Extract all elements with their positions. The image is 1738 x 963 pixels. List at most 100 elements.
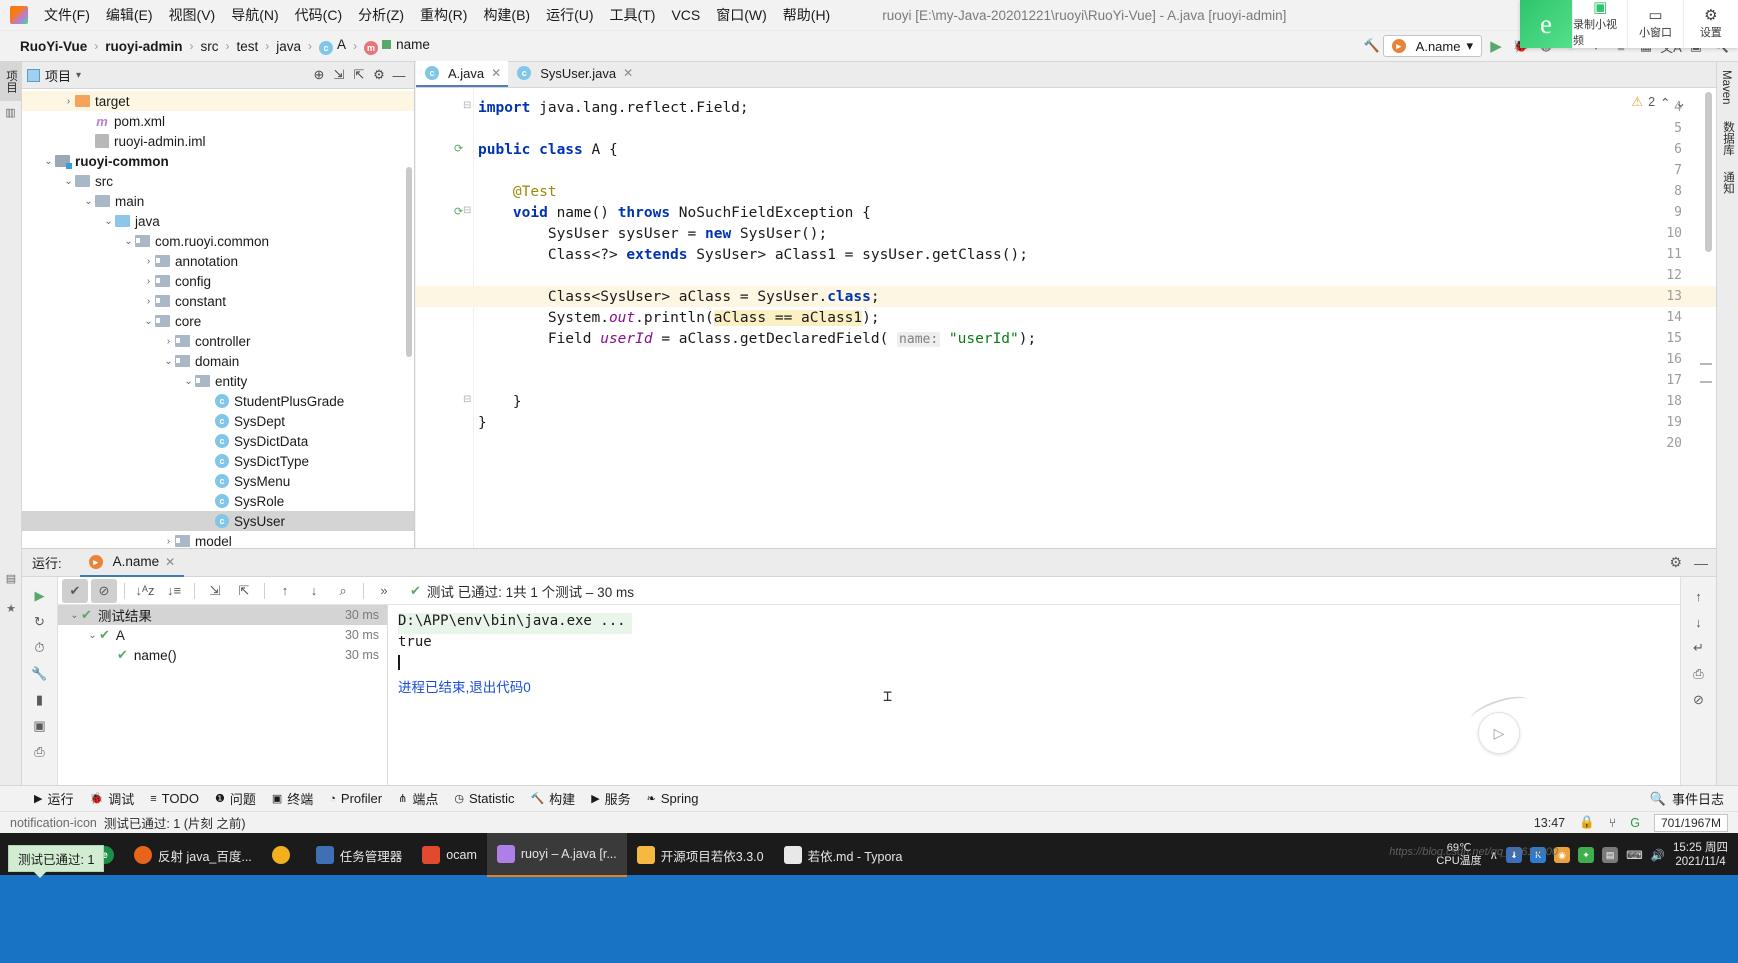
project-tree[interactable]: › target m pom.xml ruoyi-admin.iml ⌄ ruoyi-com… [22,89,414,547]
breadcrumb-project[interactable]: RuoYi-Vue [20,39,87,54]
taskbar-app-typora[interactable]: 若依.md - Typora [774,833,913,877]
project-tree-item[interactable]: ⌄ main [22,191,414,211]
editor-gutter[interactable] [416,88,474,548]
run-icon[interactable]: ▶ [1485,35,1507,57]
chevron-down-icon[interactable]: ⌄ [102,216,115,227]
breadcrumb-module[interactable]: ruoyi-admin [105,39,182,54]
taskbar-app-ocam[interactable]: ocam [412,833,487,877]
code-editor[interactable]: 4 ⊟ import java.lang.reflect.Field; 5 6 ⟳ publ… [416,88,1716,548]
test-tree-item[interactable]: ✔ name() 30 ms [58,645,387,665]
inspection-widget[interactable]: ⚠ 2 ⌃ ⌄ [1631,94,1686,110]
memory-indicator[interactable]: 701/1967M [1653,813,1728,832]
project-tree-item[interactable]: ⌄ java [22,211,414,231]
project-tree-item[interactable]: ⌄ entity [22,371,414,391]
show-ignored-icon[interactable]: ⊘ [91,578,117,603]
network-icon[interactable]: ⌨ [1626,848,1643,862]
hide-panel-icon[interactable]: — [389,65,409,85]
wps-icon[interactable]: ✦ [1578,847,1595,863]
code-fold-icon[interactable]: ⊟ [463,100,471,111]
project-scrollbar[interactable] [406,167,412,357]
test-history-icon[interactable]: ⌕ [330,579,356,603]
menu-help[interactable]: 帮助(H) [775,1,838,29]
menu-edit[interactable]: 编辑(E) [98,1,161,29]
project-tree-item[interactable]: c SysRole [22,491,414,511]
editor-tab-sysuser-java[interactable]: c SysUser.java ✕ [508,61,640,87]
event-log-button[interactable]: 🔍 事件日志 [1650,789,1738,808]
prev-problem-icon[interactable]: ⌃ [1660,95,1670,110]
commit-icon[interactable]: ▥ [0,101,21,124]
chevron-right-icon[interactable]: › [142,296,155,307]
code-fold-icon[interactable]: ⊟ [463,394,471,405]
hammer-build-icon[interactable]: 🔨 [1361,35,1383,57]
project-tree-item[interactable]: › target [22,91,414,111]
collapse-all-icon[interactable]: ⇱ [231,579,257,603]
editor-scrollbar[interactable] [1705,92,1712,252]
minimize-icon[interactable]: — [1694,555,1708,571]
show-passed-icon[interactable]: ✔ [62,578,88,603]
soft-wrap-icon[interactable]: ↵ [1681,635,1716,661]
menu-refactor[interactable]: 重构(R) [412,1,475,29]
editor-tab-a-java[interactable]: c A.java ✕ [416,61,509,87]
close-icon[interactable]: ✕ [491,66,501,80]
clear-all-icon[interactable]: ⊘ [1681,687,1716,713]
grammar-icon[interactable]: G [1630,816,1640,830]
sort-alphabetically-icon[interactable]: ↓ᴬz [132,579,158,603]
project-tree-item[interactable]: ⌄ com.ruoyi.common [22,231,414,251]
volume-icon[interactable]: 🔊 [1651,848,1665,862]
favorites-icon[interactable]: ★ [0,602,22,615]
chevron-down-icon[interactable]: ⌄ [122,236,135,247]
run-side-toolbar[interactable]: ▶ ↻ ⏱ 🔧 ▮ ▣ ⎙ [22,577,58,786]
structure-icon[interactable]: ▤ [0,572,22,585]
project-tree-item[interactable]: m pom.xml [22,111,414,131]
menu-run[interactable]: 运行(U) [538,1,601,29]
collapse-all-icon[interactable]: ⇱ [349,65,369,85]
chevron-down-icon[interactable]: ⌄ [62,176,75,187]
test-results-tree[interactable]: ⌄ ✔ 测试结果 30 ms ⌄ ✔ A 30 ms ✔ name() 30 ms [58,605,388,786]
bottom-bar-item-problems[interactable]: ❶ 问题 [215,789,256,808]
next-problem-icon[interactable]: ⌄ [1676,95,1686,110]
more-icon[interactable]: » [371,579,397,603]
project-tree-item[interactable]: c SysMenu [22,471,414,491]
test-tree-item[interactable]: ⌄ ✔ A 30 ms [58,625,387,645]
menu-view[interactable]: 视图(V) [161,1,224,29]
settings-gear-icon[interactable]: ⚙ [1669,554,1682,571]
run-configuration-selector[interactable]: ▸ A.name ▾ [1382,35,1482,57]
prev-test-icon[interactable]: ↑ [272,579,298,603]
chevron-right-icon[interactable]: › [142,256,155,267]
scroll-up-icon[interactable]: ↑ [1681,583,1716,609]
close-icon[interactable]: ✕ [165,555,175,569]
chevron-down-icon[interactable]: ⌄ [182,376,195,387]
tool-window-database[interactable]: 数据库 [1717,113,1738,164]
bottom-bar-item-terminal[interactable]: ▣ 终端 [272,789,313,808]
chevron-right-icon[interactable]: › [62,96,75,107]
menu-vcs[interactable]: VCS [663,3,708,27]
code-fold-icon[interactable]: ⊟ [463,205,471,216]
next-test-icon[interactable]: ↓ [301,579,327,603]
settings-icon[interactable]: 🔧 [22,661,57,687]
project-tree-item[interactable]: ⌄ ruoyi-common [22,151,414,171]
bottom-bar-item-run[interactable]: ▶ 运行 [34,789,73,808]
chevron-right-icon[interactable]: › [162,536,175,547]
rerun-icon[interactable]: ▶ [22,583,57,609]
expand-all-icon[interactable]: ⇲ [202,579,228,603]
taskbar-app-firefox[interactable]: 反射 java_百度... [124,833,262,877]
expand-all-icon[interactable]: ⇲ [329,65,349,85]
test-tree-item[interactable]: ⌄ ✔ 测试结果 30 ms [58,605,387,625]
bottom-bar-item-debug[interactable]: 🐞 调试 [89,789,134,808]
bottom-bar-item-endpoints[interactable]: ⋔ 端点 [398,789,438,808]
print-icon[interactable]: ⎙ [1681,661,1716,687]
project-tree-item[interactable]: c SysDictData [22,431,414,451]
pin-icon[interactable]: ▮ [22,687,57,713]
chevron-down-icon[interactable]: ⌄ [42,156,55,167]
breadcrumb-java[interactable]: java [276,39,301,54]
project-tree-item[interactable]: › config [22,271,414,291]
toggle-auto-test-icon[interactable]: ⏱ [22,635,57,661]
run-gutter-icon[interactable]: ⟳ [454,205,463,218]
menu-tools[interactable]: 工具(T) [602,1,664,29]
menu-navigate[interactable]: 导航(N) [223,1,286,29]
project-tree-item[interactable]: ⌄ core [22,311,414,331]
bottom-bar-item-build[interactable]: 🔨 构建 [530,789,575,808]
chevron-down-icon[interactable]: ⌄ [142,316,155,327]
scroll-down-icon[interactable]: ↓ [1681,609,1716,635]
lock-icon[interactable]: 🔒 [1579,815,1595,830]
